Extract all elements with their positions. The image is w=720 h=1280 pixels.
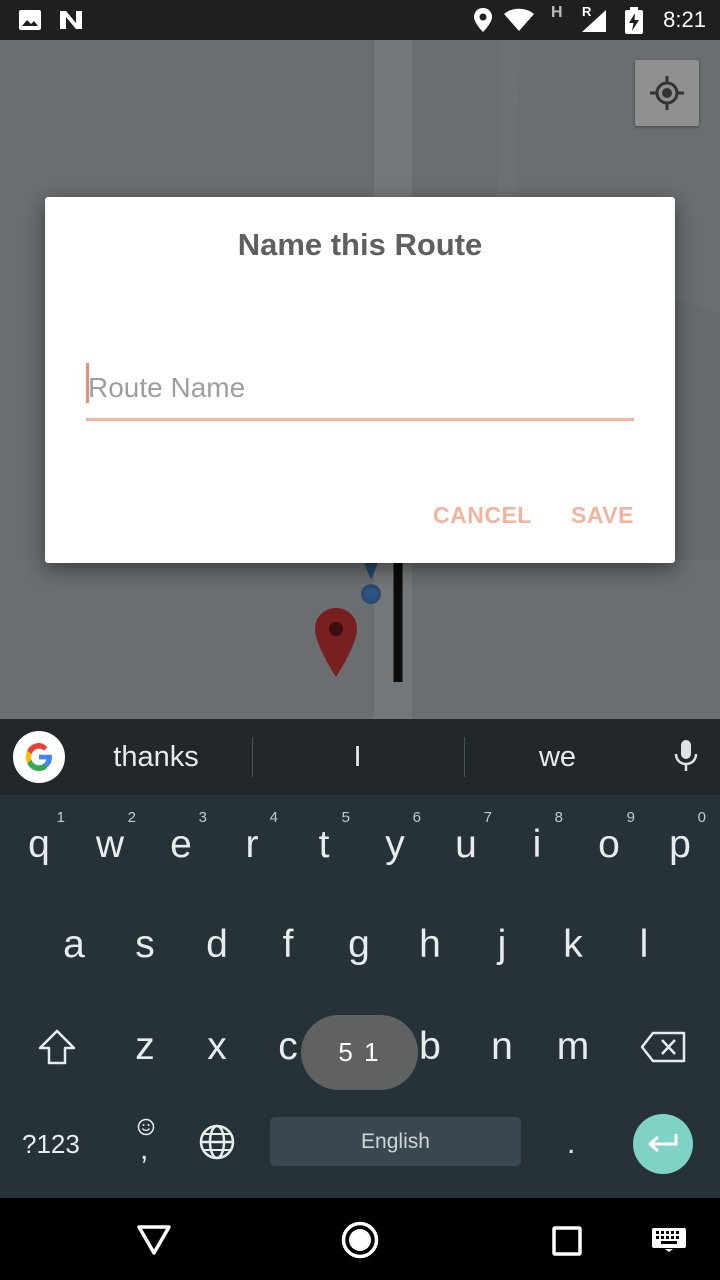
key-d[interactable]: d	[187, 897, 247, 977]
recents-icon[interactable]	[552, 1226, 582, 1261]
enter-key[interactable]	[633, 1114, 693, 1174]
key-x[interactable]: x	[187, 999, 247, 1079]
symbols-key[interactable]: ?123	[22, 1129, 80, 1160]
cancel-button[interactable]: CANCEL	[433, 502, 532, 529]
soft-keyboard: thanks I we 1q 2w 3e 4r 5t 6y 7u 8i 9o 0…	[0, 719, 720, 1198]
key-t[interactable]: 5t	[294, 797, 354, 877]
mic-icon[interactable]	[674, 739, 698, 778]
route-start-marker-icon[interactable]	[358, 560, 384, 611]
globe-icon[interactable]	[199, 1124, 235, 1165]
key-label: d	[206, 923, 228, 966]
key-y[interactable]: 6y	[365, 797, 425, 877]
enter-icon	[648, 1134, 678, 1153]
key-n[interactable]: n	[472, 999, 532, 1079]
key-z[interactable]: z	[115, 999, 175, 1079]
key-r[interactable]: 4r	[222, 797, 282, 877]
h-network-icon: H	[551, 4, 563, 21]
key-m[interactable]: m	[543, 999, 603, 1079]
back-icon[interactable]	[137, 1225, 171, 1260]
key-label: a	[63, 923, 85, 966]
key-label: h	[419, 923, 441, 966]
key-p[interactable]: 0p	[650, 797, 710, 877]
key-label: m	[556, 1025, 590, 1068]
key-label: w	[95, 823, 125, 866]
suggestion-strip: thanks I we	[0, 719, 720, 795]
suggestion-item[interactable]: I	[300, 741, 415, 774]
backspace-key[interactable]	[632, 999, 694, 1079]
shift-icon	[38, 1029, 76, 1065]
route-name-input[interactable]	[86, 357, 634, 421]
home-icon[interactable]	[341, 1221, 379, 1264]
period-key[interactable]: .	[567, 1127, 575, 1161]
key-label: p	[669, 823, 691, 866]
key-label: f	[282, 923, 294, 966]
key-k[interactable]: k	[543, 897, 603, 977]
key-label: x	[207, 1025, 227, 1068]
wifi-icon	[503, 8, 535, 37]
n-app-icon	[58, 9, 84, 36]
key-label: k	[563, 923, 583, 966]
status-time: 8:21	[663, 7, 706, 32]
key-w[interactable]: 2w	[80, 797, 140, 877]
key-label: z	[135, 1025, 155, 1068]
key-s[interactable]: s	[115, 897, 175, 977]
keyboard-switcher-icon[interactable]	[651, 1227, 687, 1258]
suggestion-divider	[252, 737, 253, 777]
key-label: o	[598, 823, 620, 866]
emoji-comma-key[interactable]: ,	[132, 1115, 160, 1166]
suggestion-divider	[464, 737, 465, 777]
key-label: s	[135, 923, 155, 966]
key-a[interactable]: a	[44, 897, 104, 977]
shift-key[interactable]	[26, 999, 88, 1079]
key-o[interactable]: 9o	[579, 797, 639, 877]
key-label: l	[639, 923, 649, 966]
name-route-dialog: Name this Route CANCEL SAVE	[45, 197, 675, 563]
dialog-title: Name this Route	[237, 227, 483, 262]
key-label: n	[491, 1025, 513, 1068]
key-label: y	[385, 823, 405, 866]
key-q[interactable]: 1q	[9, 797, 69, 877]
suggestion-item[interactable]: we	[500, 741, 615, 774]
google-g-icon[interactable]	[13, 731, 65, 783]
key-f[interactable]: f	[258, 897, 318, 977]
key-label: e	[170, 823, 192, 866]
key-g[interactable]: g	[329, 897, 389, 977]
my-location-icon	[650, 76, 684, 110]
key-label: q	[28, 823, 50, 866]
backspace-icon	[640, 1031, 686, 1063]
key-label: t	[318, 823, 330, 866]
key-label: r	[245, 823, 259, 866]
key-j[interactable]: j	[472, 897, 532, 977]
key-h[interactable]: h	[400, 897, 460, 977]
battery-charging-icon	[624, 7, 644, 40]
key-label: u	[455, 823, 477, 866]
key-label: i	[532, 823, 542, 866]
key-e[interactable]: 3e	[151, 797, 211, 877]
space-key[interactable]: English	[270, 1117, 521, 1166]
status-bar: H R 8:21	[0, 0, 720, 40]
save-button[interactable]: SAVE	[571, 502, 634, 529]
navigation-bar	[0, 1198, 720, 1280]
destination-pin-icon[interactable]	[314, 607, 358, 684]
suggestion-item[interactable]: thanks	[96, 741, 216, 774]
image-icon	[18, 9, 42, 36]
my-location-button[interactable]	[635, 60, 699, 126]
key-i[interactable]: 8i	[507, 797, 567, 877]
text-cursor	[86, 363, 89, 403]
signal-icon	[581, 9, 607, 38]
key-l[interactable]: l	[614, 897, 674, 977]
key-label: j	[497, 923, 507, 966]
comma-label: ,	[140, 1133, 149, 1166]
location-icon	[473, 7, 493, 38]
key-label: g	[348, 923, 370, 966]
key-u[interactable]: 7u	[436, 797, 496, 877]
key-preview-popup: 5 1	[301, 1015, 418, 1090]
